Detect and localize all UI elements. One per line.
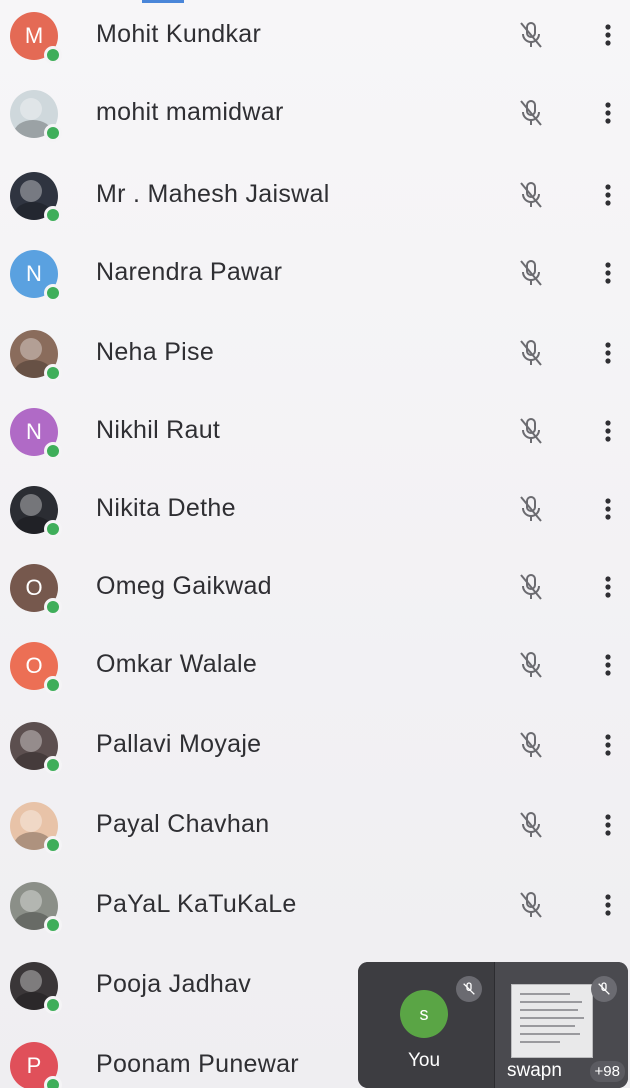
avatar: P [10,1042,62,1088]
shared-screen-thumbnail [511,984,593,1058]
participant-row[interactable]: O Omkar Walale [0,630,630,700]
participant-row[interactable]: Mr . Mahesh Jaiswal [0,160,630,230]
participant-row[interactable]: Pallavi Moyaje [0,710,630,780]
more-options-icon[interactable] [598,572,618,602]
participant-row[interactable]: N Narendra Pawar [0,238,630,308]
participant-row[interactable]: O Omeg Gaikwad [0,552,630,622]
avatar-letter: O [25,575,43,600]
avatar [10,90,62,142]
mic-off-icon[interactable] [518,338,544,368]
more-options-icon[interactable] [598,730,618,760]
more-options-icon[interactable] [598,890,618,920]
mic-off-icon [456,976,482,1002]
avatar-letter: P [26,1053,42,1078]
more-options-icon[interactable] [598,258,618,288]
participant-row[interactable]: M Mohit Kundkar [0,0,630,70]
self-avatar-initial: s [419,1003,429,1024]
more-options-icon[interactable] [598,416,618,446]
more-options-icon[interactable] [598,20,618,50]
participant-name: Mohit Kundkar [96,20,262,48]
participant-row[interactable]: PaYaL KaTuKaLe [0,870,630,940]
participant-name: Nikhil Raut [96,416,221,444]
self-tile[interactable]: s You [358,962,494,1088]
more-options-icon[interactable] [598,494,618,524]
mic-off-icon[interactable] [518,730,544,760]
avatar [10,330,62,382]
avatar-letter: M [24,23,44,48]
online-dot-icon [44,996,62,1014]
self-view-tile[interactable]: s You swapn +98 [358,962,628,1088]
participant-name: Mr . Mahesh Jaiswal [96,180,330,208]
online-dot-icon [44,284,62,302]
avatar [10,962,62,1014]
overflow-count-badge[interactable]: +98 [589,1061,625,1082]
mic-off-icon[interactable] [518,98,544,128]
mic-off-icon[interactable] [518,416,544,446]
participant-row[interactable]: Neha Pise [0,318,630,388]
presenter-label: swapn [507,1060,562,1081]
online-dot-icon [44,676,62,694]
mic-off-icon[interactable] [518,494,544,524]
mic-off-icon [591,976,617,1002]
participants-panel: M Mohit Kundkar mohit mamidwar Mr . Mahesh … [0,0,630,1088]
more-options-icon[interactable] [598,650,618,680]
avatar: O [10,642,62,694]
avatar: M [10,12,62,64]
participant-row[interactable]: mohit mamidwar [0,78,630,148]
online-dot-icon [44,836,62,854]
avatar-letter: N [26,261,42,286]
online-dot-icon [44,598,62,616]
mic-off-icon[interactable] [518,572,544,602]
online-dot-icon [44,916,62,934]
participant-name: Neha Pise [96,338,215,366]
participant-name: Poonam Punewar [96,1050,299,1078]
participant-name: Nikita Dethe [96,494,236,522]
online-dot-icon [44,756,62,774]
more-options-icon[interactable] [598,810,618,840]
online-dot-icon [44,206,62,224]
online-dot-icon [44,1076,62,1088]
mic-off-icon[interactable] [518,20,544,50]
participant-name: Narendra Pawar [96,258,283,286]
online-dot-icon [44,124,62,142]
avatar [10,486,62,538]
more-options-icon[interactable] [598,98,618,128]
more-options-icon[interactable] [598,338,618,368]
participant-name: Pallavi Moyaje [96,730,262,758]
participant-name: PaYaL KaTuKaLe [96,890,297,918]
more-options-icon[interactable] [598,180,618,210]
participant-name: Omeg Gaikwad [96,572,272,600]
participant-name: Payal Chavhan [96,810,270,838]
mic-off-icon[interactable] [518,180,544,210]
self-label: You [408,1050,441,1071]
online-dot-icon [44,46,62,64]
participant-row[interactable]: N Nikhil Raut [0,396,630,466]
mic-off-icon[interactable] [518,650,544,680]
avatar [10,882,62,934]
self-avatar: s [400,990,448,1038]
avatar [10,722,62,774]
participant-row[interactable]: Payal Chavhan [0,790,630,860]
avatar-letter: O [25,653,43,678]
participant-row[interactable]: Nikita Dethe [0,474,630,544]
avatar: O [10,564,62,616]
online-dot-icon [44,520,62,538]
presenter-tile[interactable]: swapn +98 [494,962,628,1088]
participant-name: Pooja Jadhav [96,970,252,998]
mic-off-icon[interactable] [518,810,544,840]
avatar: N [10,408,62,460]
avatar: N [10,250,62,302]
avatar [10,172,62,224]
online-dot-icon [44,364,62,382]
avatar-letter: N [26,419,42,444]
mic-off-icon[interactable] [518,890,544,920]
avatar [10,802,62,854]
online-dot-icon [44,442,62,460]
participant-name: Omkar Walale [96,650,258,678]
participant-name: mohit mamidwar [96,98,284,126]
mic-off-icon[interactable] [518,258,544,288]
